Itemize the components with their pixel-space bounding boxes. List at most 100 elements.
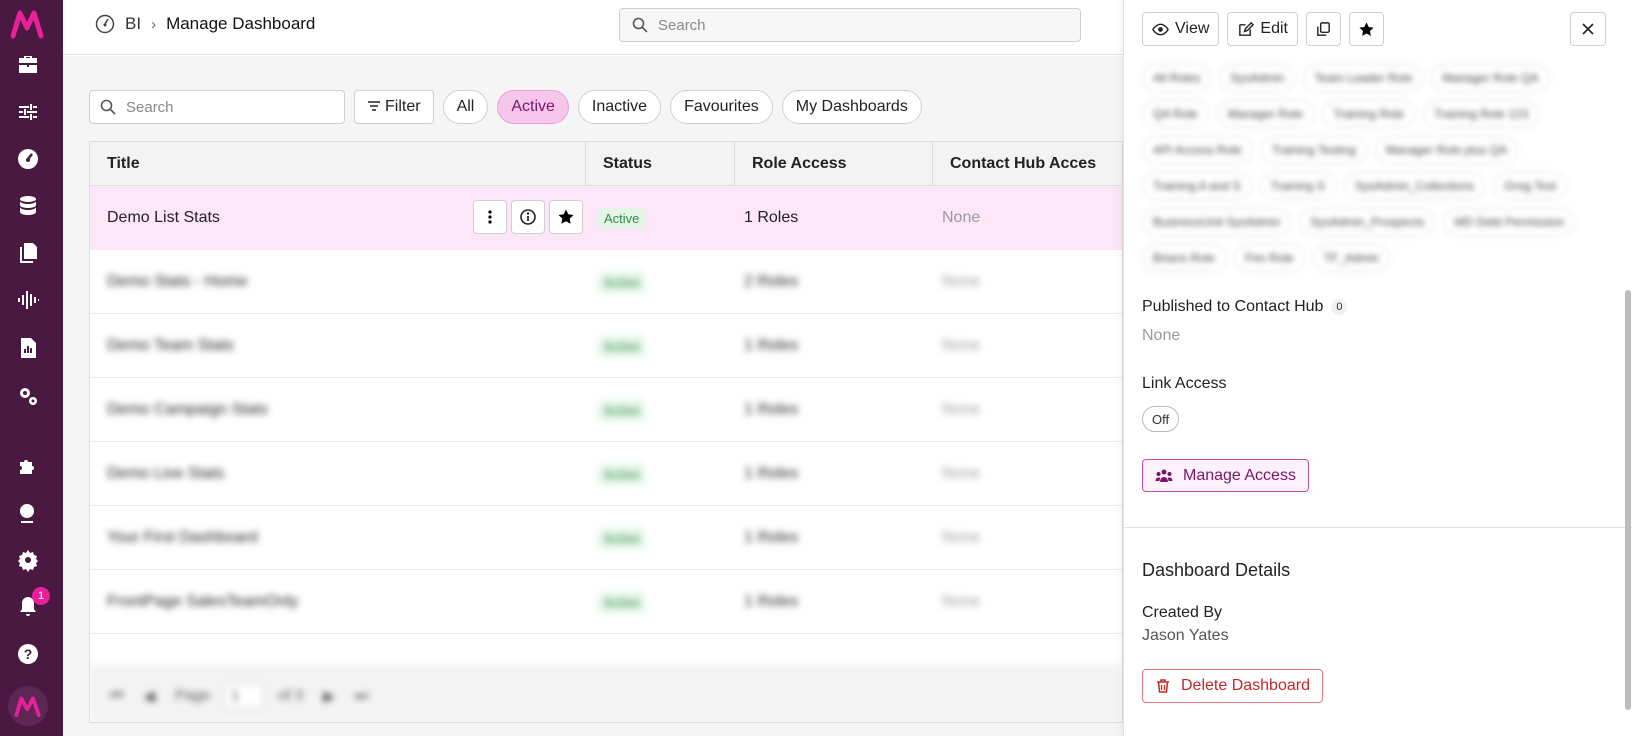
close-button[interactable] (1570, 12, 1606, 46)
role-chip: SysAdmin_Prospects (1299, 208, 1436, 236)
role-chip: Training A and S (1142, 172, 1252, 200)
breadcrumb-root[interactable]: BI (125, 14, 141, 34)
star-icon[interactable] (549, 200, 583, 234)
table-header: Title Status Role Access Contact Hub Acc… (90, 142, 1122, 186)
brand-avatar[interactable] (8, 686, 48, 726)
row-role-access: 1 Roles (744, 465, 799, 482)
column-role-access[interactable]: Role Access (735, 142, 933, 186)
row-status: Active (586, 378, 646, 442)
next-page-icon[interactable]: ▶ (323, 687, 335, 705)
help-icon[interactable]: ? (12, 638, 44, 670)
panel-scrollbar[interactable] (1625, 290, 1631, 710)
database-icon[interactable] (12, 190, 44, 222)
view-button[interactable]: View (1142, 12, 1220, 46)
sidebar: 1 ? (0, 0, 63, 736)
role-chip: BusinessUnit SysAdmin (1142, 208, 1292, 236)
sliders-icon[interactable] (12, 96, 44, 128)
users-icon (1155, 469, 1173, 482)
table-row[interactable]: FrontPage SalesTeamOnly Active 1 Roles N… (90, 570, 1122, 634)
global-search-input[interactable] (658, 16, 1058, 34)
row-status: Active (586, 186, 646, 250)
table-row[interactable]: Demo List Stats Active 1 Roles None (90, 186, 1122, 250)
report-icon[interactable] (12, 332, 44, 364)
last-page-icon[interactable]: ⏭ (355, 687, 369, 704)
pill-inactive[interactable]: Inactive (577, 90, 662, 124)
trash-icon (1157, 679, 1169, 693)
panel-toolbar: View Edit (1142, 12, 1392, 46)
table-row[interactable]: Demo Team Stats Active 1 Roles None (90, 314, 1122, 378)
row-title: FrontPage SalesTeamOnly (107, 593, 299, 610)
close-icon (1582, 23, 1594, 35)
list-search[interactable] (89, 90, 345, 124)
copy-icon (1317, 21, 1330, 36)
bi-gauge-icon (95, 14, 115, 34)
filter-icon (368, 101, 380, 111)
edit-icon (1239, 21, 1255, 36)
column-contact-hub[interactable]: Contact Hub Acces (933, 142, 1122, 186)
list-search-input[interactable] (126, 98, 326, 116)
role-chip: SysAdmin (1219, 64, 1296, 92)
edit-label: Edit (1260, 20, 1288, 37)
pill-favourites[interactable]: Favourites (670, 90, 773, 124)
puzzle-icon[interactable] (12, 450, 44, 482)
table-row[interactable]: Demo Campaign Stats Active 1 Roles None (90, 378, 1122, 442)
column-title[interactable]: Title (90, 142, 586, 186)
eye-icon (1152, 23, 1169, 35)
row-status: Active (586, 442, 646, 506)
pill-all[interactable]: All (442, 90, 489, 124)
edit-button[interactable]: Edit (1227, 12, 1298, 46)
role-chip: Training S (1259, 172, 1336, 200)
row-title: Demo List Stats (107, 209, 220, 226)
logo-icon[interactable] (10, 6, 46, 42)
role-chip-list: All Roles SysAdmin Team Leader Role Manager… (1142, 60, 1602, 276)
first-page-icon[interactable]: ⏮ (110, 687, 124, 704)
published-label-text: Published to Contact Hub (1142, 298, 1324, 315)
row-title: Demo Campaign Stats (107, 401, 268, 418)
globe-icon[interactable] (12, 497, 44, 529)
table-row[interactable]: Your First Dashboard Active 1 Roles None (90, 506, 1122, 570)
prev-page-icon[interactable]: ◀ (144, 687, 156, 705)
role-chip: Team Leader Role (1303, 64, 1424, 92)
global-search[interactable] (619, 8, 1081, 42)
bell-icon[interactable]: 1 (12, 587, 50, 623)
filter-label: Filter (385, 98, 421, 115)
role-chip: API Access Role (1142, 136, 1253, 164)
pagination: ⏮ ◀ Page 1 of 3 ▶ ⏭ (90, 666, 1122, 722)
delete-dashboard-button[interactable]: Delete Dashboard (1142, 669, 1323, 703)
cogs-icon[interactable] (12, 380, 44, 412)
status-badge: Active (598, 399, 646, 421)
documents-icon[interactable] (12, 237, 44, 269)
dashboard-gauge-icon[interactable] (12, 143, 44, 175)
role-chip: Training Testing (1260, 136, 1367, 164)
more-vertical-icon[interactable] (473, 200, 507, 234)
published-value: None (1142, 327, 1181, 344)
favourite-button[interactable] (1348, 12, 1384, 46)
pill-active[interactable]: Active (497, 90, 569, 124)
table-row[interactable]: Demo Live Stats Active 1 Roles None (90, 442, 1122, 506)
svg-text:?: ? (24, 646, 33, 662)
link-access-toggle[interactable]: Off (1142, 406, 1180, 432)
app-root: 1 ? BI › Manage Dashboard Search Search … (0, 0, 1632, 736)
manage-access-button[interactable]: Manage Access (1142, 459, 1309, 492)
role-chip: Manager Role plus QA (1374, 136, 1519, 164)
row-status: Active (586, 314, 646, 378)
row-contact-hub: None (942, 465, 981, 482)
filter-button[interactable]: Filter (354, 90, 434, 124)
role-chip: All Roles (1142, 64, 1212, 92)
column-status[interactable]: Status (586, 142, 735, 186)
role-chip: Brians Role (1142, 244, 1227, 272)
pill-my-dashboards[interactable]: My Dashboards (781, 90, 922, 124)
info-icon[interactable] (511, 200, 545, 234)
created-by-value: Jason Yates (1142, 627, 1229, 644)
notification-badge: 1 (32, 587, 50, 605)
row-contact-hub: None (942, 337, 981, 354)
role-chip: QA Role (1142, 100, 1209, 128)
top-header: BI › Manage Dashboard (63, 0, 1123, 55)
settings-icon[interactable] (12, 544, 44, 576)
table-row[interactable]: Demo Stats - Home Active 2 Roles None (90, 250, 1122, 314)
audio-wave-icon[interactable] (12, 284, 44, 316)
briefcase-icon[interactable] (12, 49, 44, 81)
row-role-access: 2 Roles (744, 273, 799, 290)
copy-button[interactable] (1305, 12, 1341, 46)
page-input[interactable]: 1 (224, 682, 265, 709)
